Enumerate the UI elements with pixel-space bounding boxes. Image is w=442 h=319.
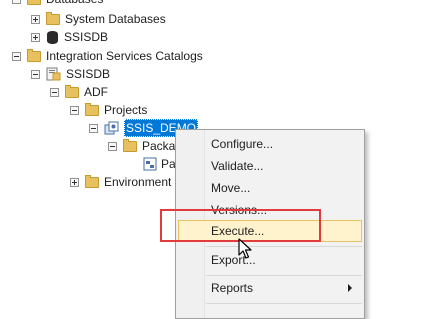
tree-node-integration-services-catalogs[interactable]: Integration Services Catalogs [12,47,203,65]
mouse-cursor-icon [238,238,252,259]
menu-item-export[interactable]: Export... [178,249,362,271]
collapse-icon[interactable] [89,123,98,133]
folder-icon [123,138,137,152]
collapse-icon[interactable] [12,51,21,61]
folder-icon [85,174,99,188]
menu-item-move[interactable]: Move... [178,177,362,199]
project-icon [104,121,119,135]
collapse-icon[interactable] [50,87,59,97]
tree-node-system-databases[interactable]: System Databases [31,10,166,28]
tree-node-package[interactable]: Pa [143,155,176,173]
collapse-icon[interactable] [31,69,40,79]
tree-node-projects[interactable]: Projects [70,101,147,119]
menu-item-label: Move... [211,181,251,195]
menu-item-validate[interactable]: Validate... [178,155,362,177]
folder-icon [46,11,60,25]
menu-item-label: Validate... [211,159,264,173]
tree-node-label: SSISDB [64,30,109,44]
tree-node-label: Packa [142,139,176,153]
tree-node-label: Environment [104,175,172,189]
menu-item-label: Reports [211,281,254,295]
tree-node-databases[interactable]: Databases [12,0,103,8]
folder-icon [85,102,99,116]
expand-icon[interactable] [70,177,79,187]
database-icon [47,30,58,44]
tree-node-label: Pa [161,157,176,171]
menu-item-label: Configure... [211,137,274,151]
menu-separator [206,246,362,247]
menu-item-configure[interactable]: Configure... [178,133,362,155]
expand-icon[interactable] [31,32,40,42]
tree-node-environments[interactable]: Environment [70,173,171,191]
collapse-icon[interactable] [108,141,117,151]
tree-node-label: Databases [46,0,103,8]
folder-icon [27,48,41,62]
tree-node-ssisdb-catalog[interactable]: SSISDB [31,65,110,83]
folder-icon [27,0,41,5]
tree-node-label: ADF [84,85,108,99]
expand-icon[interactable] [31,14,40,24]
chevron-right-icon [348,284,352,292]
tree-node-adf[interactable]: ADF [50,83,108,101]
menu-separator [206,275,362,276]
collapse-icon[interactable] [12,0,21,4]
menu-separator [206,303,362,304]
tree-node-ssisdb-database[interactable]: SSISDB [31,28,108,46]
tree-node-packages[interactable]: Packa [108,137,175,155]
collapse-icon[interactable] [70,105,79,115]
catalog-icon [46,67,61,81]
menu-item-reports[interactable]: Reports [178,277,362,299]
tree-node-label: Projects [104,103,148,117]
folder-icon [65,84,79,98]
package-icon [143,157,157,171]
tree-node-label: Integration Services Catalogs [46,49,203,63]
tree-node-label: System Databases [65,12,166,26]
tree-node-label: SSISDB [66,67,111,81]
